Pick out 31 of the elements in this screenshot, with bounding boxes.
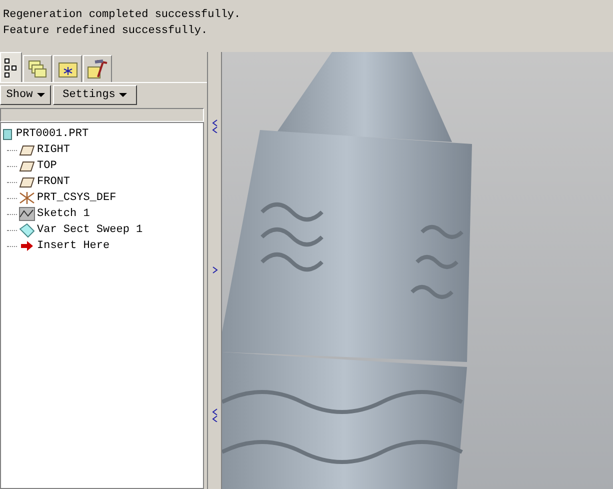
- plane-icon: [19, 160, 35, 172]
- collapse-arrows-icon: [212, 408, 218, 422]
- folders-icon: [28, 59, 48, 79]
- tree-item[interactable]: Var Sect Sweep 1: [37, 222, 143, 238]
- tree-item[interactable]: TOP: [37, 158, 57, 174]
- dropdown-button[interactable]: Settings: [53, 85, 137, 105]
- tree-item[interactable]: PRT0001.PRT: [16, 126, 89, 142]
- tree-item[interactable]: Sketch 1: [37, 206, 90, 222]
- coordinate-system-icon: [19, 191, 35, 205]
- panel-tab[interactable]: [53, 55, 82, 82]
- tree-view-icon: [4, 58, 18, 78]
- tree-item[interactable]: RIGHT: [37, 142, 70, 158]
- caret-icon: [119, 93, 128, 97]
- caret-icon: [36, 93, 45, 97]
- dropdown-button[interactable]: Show: [0, 85, 51, 105]
- tree-item[interactable]: PRT_CSYS_DEF: [37, 190, 116, 206]
- panel-tab[interactable]: [0, 52, 22, 82]
- panel-tab[interactable]: [83, 55, 112, 82]
- tree-item[interactable]: FRONT: [37, 174, 70, 190]
- plane-icon: [19, 176, 35, 188]
- tree-item[interactable]: Insert Here: [37, 238, 110, 254]
- status-message: Regeneration completed successfully.: [3, 8, 242, 22]
- plane-icon: [19, 144, 35, 156]
- sketch-icon: [19, 207, 35, 221]
- sweep-icon: [19, 222, 35, 238]
- status-message: Feature redefined successfully.: [3, 24, 209, 38]
- folder-tools-icon: [86, 59, 108, 79]
- part-icon: [3, 128, 12, 140]
- collapse-arrows-icon: [212, 118, 218, 133]
- arrow-icon: [20, 240, 34, 252]
- panel-splitter[interactable]: [207, 52, 222, 489]
